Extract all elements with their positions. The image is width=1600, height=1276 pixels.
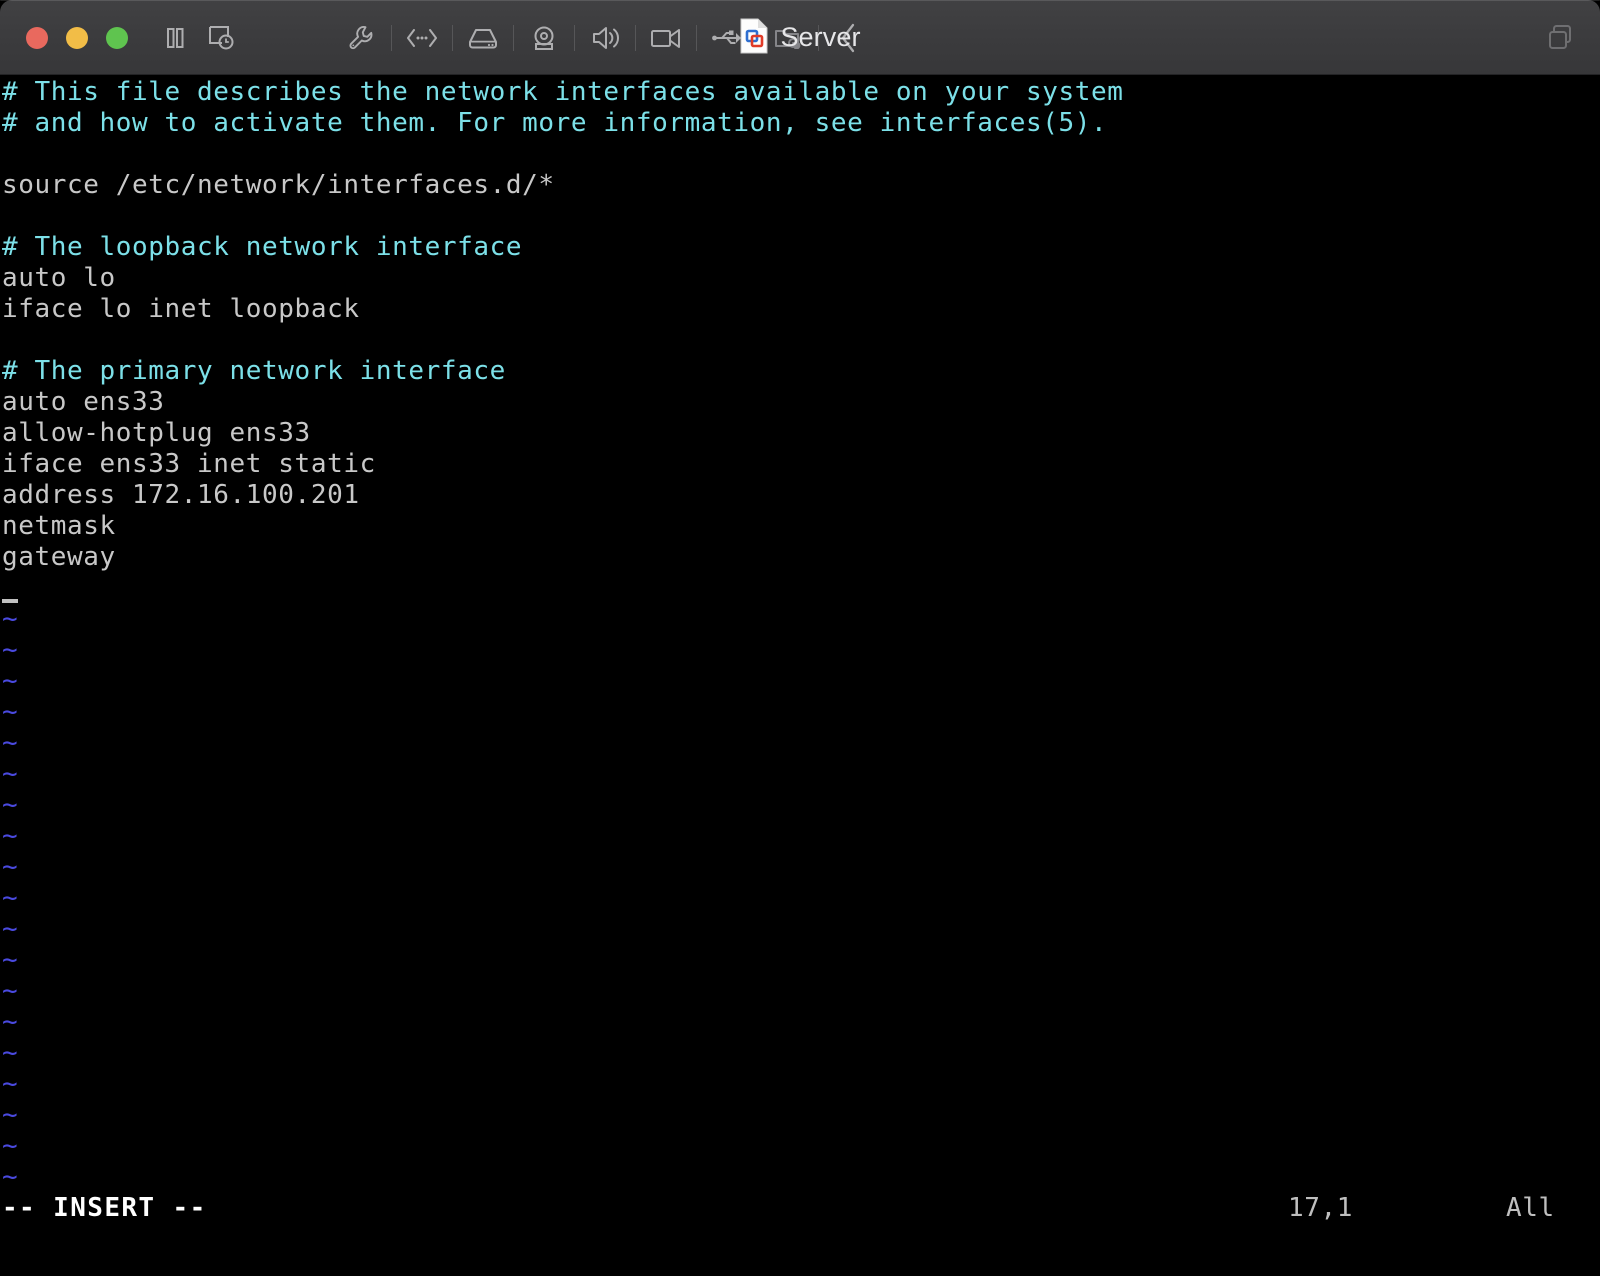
toolbar-separator: [635, 24, 636, 51]
window-titlebar: Server: [0, 0, 1600, 75]
vim-line: iface ens33 inet static: [2, 449, 376, 479]
vim-line: auto lo: [2, 263, 116, 293]
vim-line: # This file describes the network interf…: [2, 77, 1124, 107]
vim-empty-line-marker: ~: [2, 1069, 19, 1099]
hard-disk-icon[interactable]: [460, 15, 506, 61]
unity-windows-icon[interactable]: [1538, 15, 1584, 61]
maximize-button[interactable]: [106, 27, 128, 49]
vim-empty-line-marker: ~: [2, 1162, 19, 1192]
text-cursor: [2, 599, 18, 603]
sound-icon[interactable]: [582, 15, 628, 61]
vim-empty-line-marker: ~: [2, 728, 19, 758]
toolbar-separator: [818, 24, 819, 51]
vim-empty-line-marker: ~: [2, 1100, 19, 1130]
vim-terminal[interactable]: # This file describes the network interf…: [0, 75, 1600, 1276]
vim-empty-line-marker: ~: [2, 1007, 19, 1037]
vim-empty-line-marker: ~: [2, 790, 19, 820]
window-controls: [26, 27, 128, 49]
toolbar-separator: [757, 24, 758, 51]
vim-empty-line-marker: ~: [2, 821, 19, 851]
usb-icon[interactable]: [704, 15, 750, 61]
minimize-button[interactable]: [66, 27, 88, 49]
vim-empty-line-marker: ~: [2, 945, 19, 975]
vim-empty-line-marker: ~: [2, 976, 19, 1006]
vim-status-line: -- INSERT -- 17,1 All: [0, 1193, 1600, 1224]
vim-empty-line-marker: ~: [2, 666, 19, 696]
back-chevron-icon[interactable]: [826, 15, 872, 61]
vim-empty-line-marker: ~: [2, 883, 19, 913]
toolbar-separator: [696, 24, 697, 51]
toolbar-separator: [574, 24, 575, 51]
vim-line: # The loopback network interface: [2, 232, 523, 262]
network-icon[interactable]: [399, 15, 445, 61]
vim-empty-line-marker: ~: [2, 635, 19, 665]
vim-empty-line-marker: ~: [2, 604, 19, 634]
vim-empty-line-marker: ~: [2, 1131, 19, 1161]
snapshot-icon[interactable]: [198, 15, 244, 61]
vim-empty-line-marker: ~: [2, 852, 19, 882]
wrench-icon[interactable]: [338, 15, 384, 61]
vim-empty-line-marker: ~: [2, 1038, 19, 1068]
vim-cursor-position: 17,1: [1288, 1193, 1354, 1223]
vim-mode-indicator: -- INSERT --: [2, 1193, 207, 1223]
toolbar-right-group: [1538, 0, 1584, 75]
vim-line: # and how to activate them. For more inf…: [2, 108, 1108, 138]
toolbar-left-group: [152, 0, 244, 75]
vim-line: iface lo inet loopback: [2, 294, 360, 324]
camera-icon[interactable]: [521, 15, 567, 61]
toolbar-device-group: [338, 0, 872, 75]
vim-line: allow-hotplug ens33: [2, 418, 311, 448]
toolbar-separator: [452, 24, 453, 51]
vim-line: auto ens33: [2, 387, 165, 417]
shared-printer-icon[interactable]: [765, 15, 811, 61]
vim-line: address 172.16.100.201: [2, 480, 360, 510]
close-button[interactable]: [26, 27, 48, 49]
vim-empty-line-marker: ~: [2, 914, 19, 944]
toolbar-separator: [513, 24, 514, 51]
video-camera-icon[interactable]: [643, 15, 689, 61]
vim-line: gateway: [2, 542, 116, 572]
vim-empty-line-marker: ~: [2, 759, 19, 789]
vim-line: source /etc/network/interfaces.d/*: [2, 170, 555, 200]
vim-line: netmask: [2, 511, 116, 541]
toolbar-separator: [391, 24, 392, 51]
vim-line: # The primary network interface: [2, 356, 506, 386]
vim-empty-line-marker: ~: [2, 697, 19, 727]
vim-scroll-indicator: All: [1506, 1193, 1555, 1223]
pause-icon[interactable]: [152, 15, 198, 61]
vm-window: Server # This file describes the network…: [0, 0, 1600, 1276]
